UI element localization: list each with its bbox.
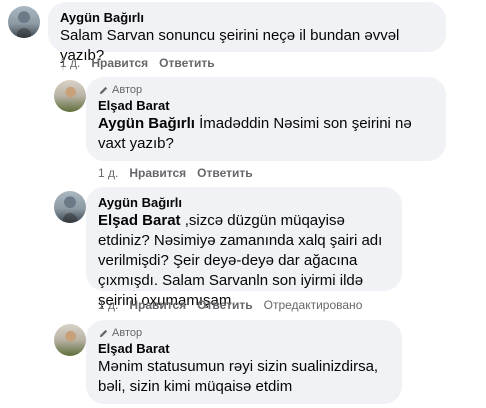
edited-label[interactable]: Отредактировано bbox=[264, 298, 363, 312]
like-button[interactable]: Нравится bbox=[129, 166, 186, 180]
author-badge: Автор bbox=[98, 327, 390, 339]
reply-button[interactable]: Ответить bbox=[197, 166, 252, 180]
comment-author[interactable]: Elşad Barat bbox=[98, 340, 390, 357]
comment-bubble: Aygün Bağırlı Elşad Barat ,sizcə düzgün … bbox=[86, 187, 402, 309]
avatar[interactable] bbox=[54, 191, 86, 223]
avatar[interactable] bbox=[8, 6, 40, 38]
like-button[interactable]: Нравится bbox=[91, 56, 148, 70]
avatar[interactable] bbox=[54, 324, 86, 356]
reply-button[interactable]: Ответить bbox=[197, 298, 252, 312]
author-badge: Автор bbox=[98, 84, 434, 96]
author-badge-label: Автор bbox=[112, 327, 143, 339]
mention-link[interactable]: Elşad Barat bbox=[98, 212, 185, 229]
like-button[interactable]: Нравится bbox=[129, 298, 186, 312]
author-badge-label: Автор bbox=[112, 84, 143, 96]
comment-time[interactable]: 1 д. bbox=[98, 298, 118, 312]
comment-time[interactable]: 1 д. bbox=[60, 56, 80, 70]
comment-actions: 1 д. Нравится Ответить bbox=[60, 56, 215, 70]
comment-bubble: Aygün Bağırlı Salam Sarvan sonuncu şeiri… bbox=[48, 2, 446, 64]
comment-bubble: Автор Elşad Barat Mənim statusumun rəyi … bbox=[86, 320, 402, 404]
comment-author[interactable]: Aygün Bağırlı bbox=[60, 9, 434, 26]
comment-actions: 1 д. Нравится Ответить Отредактировано bbox=[98, 298, 362, 312]
avatar[interactable] bbox=[54, 80, 86, 112]
comment-time[interactable]: 1 д. bbox=[98, 166, 118, 180]
comment-text: Mənim statusumun rəyi sizin sualinizdirs… bbox=[98, 358, 379, 395]
comment-author[interactable]: Elşad Barat bbox=[98, 97, 434, 114]
comment-author[interactable]: Aygün Bağırlı bbox=[98, 194, 390, 211]
pencil-icon bbox=[99, 86, 108, 94]
comment-text: Aygün Bağırlı İmadəddin Nəsimi son şeiri… bbox=[98, 114, 434, 154]
comment-actions: 1 д. Нравится Ответить bbox=[98, 166, 253, 180]
mention-link[interactable]: Aygün Bağırlı bbox=[98, 115, 199, 132]
pencil-icon bbox=[99, 329, 108, 337]
comment-text: Elşad Barat ,sizcə düzgün müqayisə etdin… bbox=[98, 211, 390, 311]
reply-button[interactable]: Ответить bbox=[159, 56, 214, 70]
comment-bubble: Автор Elşad Barat Aygün Bağırlı İmadəddi… bbox=[86, 77, 446, 161]
